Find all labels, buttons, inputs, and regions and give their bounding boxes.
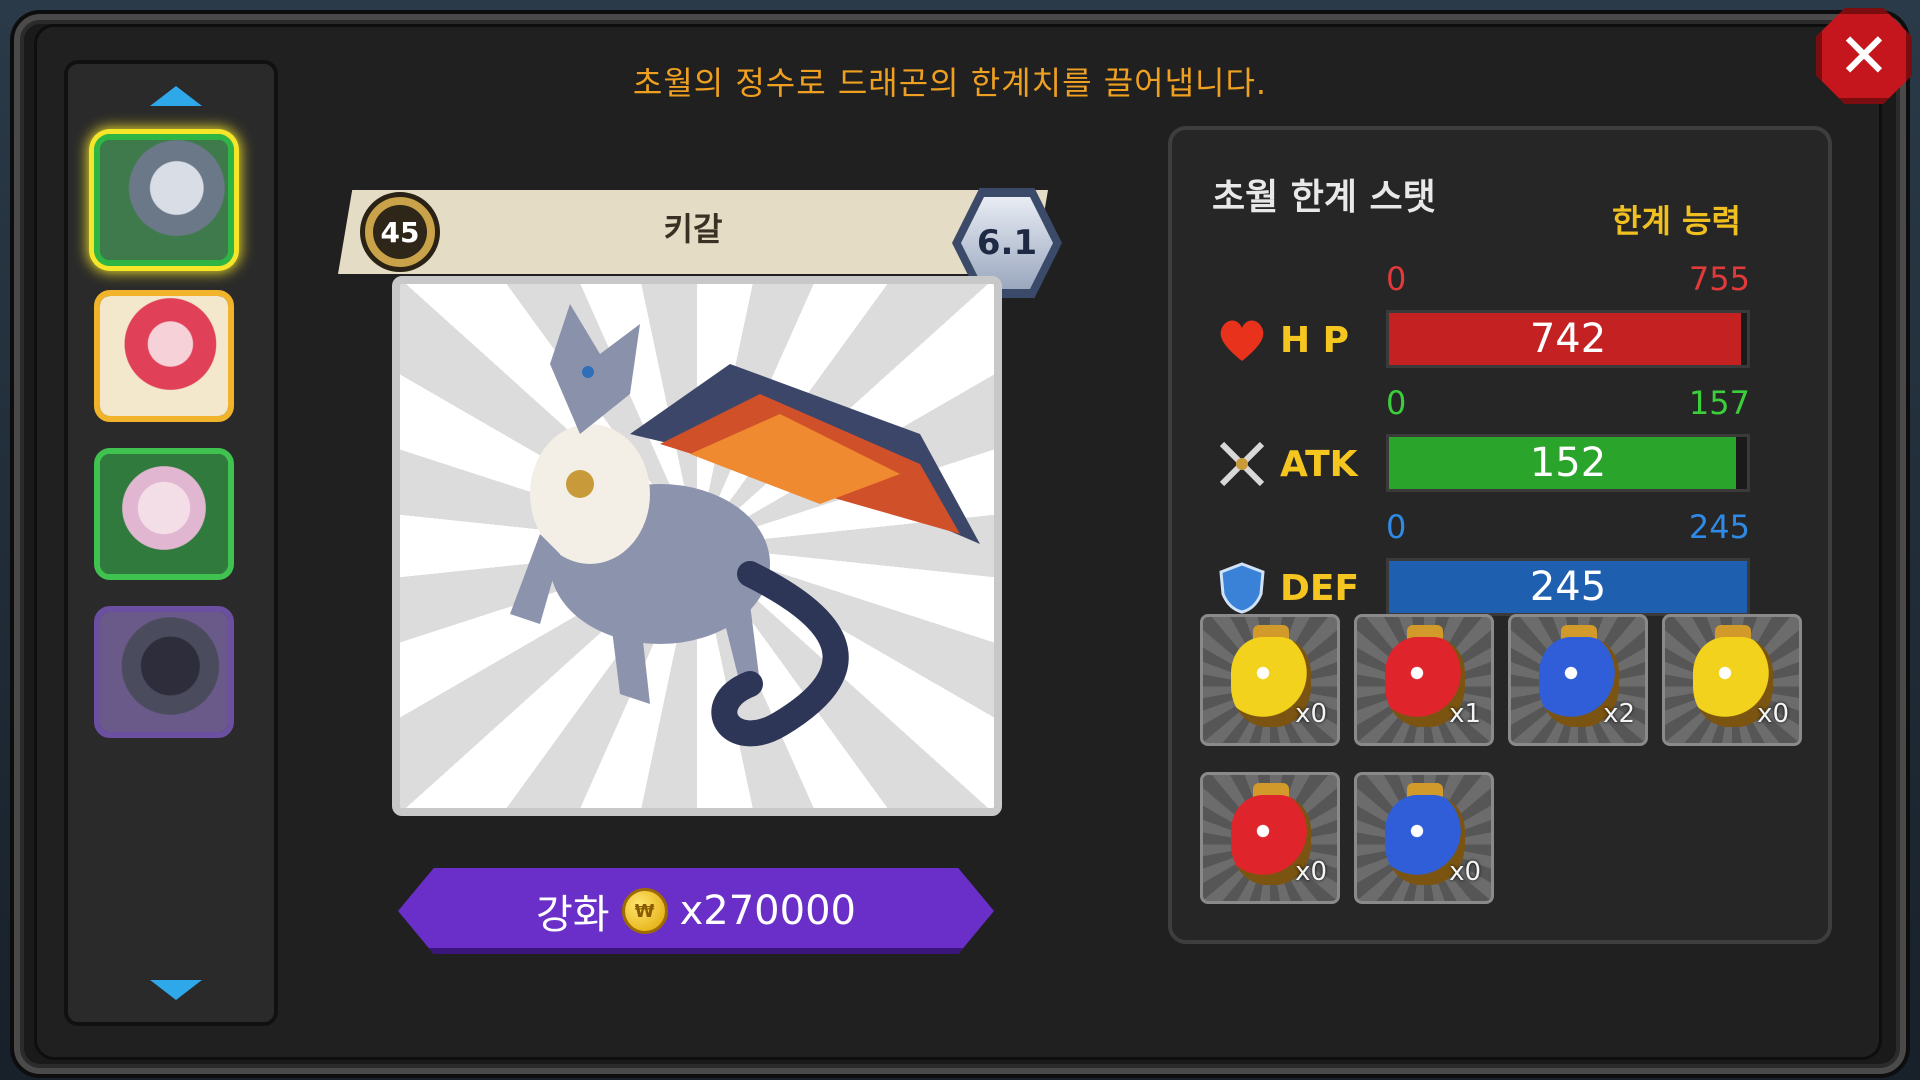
close-icon: ✕ <box>1838 19 1890 92</box>
stat-row-def: DEF 0 245 245 <box>1210 488 1830 618</box>
stat-value: 152 <box>1529 440 1607 486</box>
potion-slot[interactable]: x0 <box>1354 772 1494 904</box>
stat-bar: 152 <box>1386 434 1750 492</box>
stat-row-hp: H P 0 755 742 <box>1210 240 1830 370</box>
potion-count: x1 <box>1449 699 1481 729</box>
stat-value: 245 <box>1529 564 1607 610</box>
potion-count: x0 <box>1295 857 1327 887</box>
dragon-portrait <box>392 276 1002 816</box>
upgrade-label: 강화 <box>536 892 610 938</box>
potion-count: x0 <box>1757 699 1789 729</box>
stat-min: 0 <box>1386 260 1407 298</box>
page-title: 초월의 정수로 드래곤의 한계치를 끌어냅니다. <box>632 64 1268 102</box>
heart-icon <box>1216 314 1268 366</box>
stat-value: 742 <box>1529 316 1607 362</box>
stat-label: H P <box>1280 320 1350 361</box>
potion-slot[interactable]: x0 <box>1662 614 1802 746</box>
dragon-portrait-icon <box>100 296 228 416</box>
stat-min: 0 <box>1386 384 1407 422</box>
level-badge: 45 <box>360 192 440 272</box>
dragon-thumb-2[interactable] <box>94 290 234 422</box>
stat-label: DEF <box>1280 568 1360 609</box>
stat-max: 755 <box>1688 260 1750 298</box>
stat-bar: 742 <box>1386 310 1750 368</box>
scroll-down-icon[interactable] <box>150 980 202 1000</box>
coin-icon: ₩ <box>621 888 668 934</box>
potion-slot[interactable]: x1 <box>1354 614 1494 746</box>
dragon-portrait-icon <box>100 140 228 260</box>
stat-row-atk: ATK 0 157 152 <box>1210 364 1830 494</box>
scroll-up-icon[interactable] <box>150 86 202 106</box>
upgrade-button[interactable]: 강화 ₩ x270000 <box>398 868 994 954</box>
dragon-thumb-1[interactable] <box>94 134 234 266</box>
crossed-swords-icon <box>1216 438 1268 490</box>
dragon-portrait-icon <box>100 612 228 732</box>
potion-count: x0 <box>1449 857 1481 887</box>
dragon-thumb-3[interactable] <box>94 448 234 580</box>
dragon-image-icon <box>510 304 980 747</box>
stat-max: 157 <box>1688 384 1750 422</box>
close-button[interactable]: ✕ <box>1814 6 1914 106</box>
shield-icon <box>1216 562 1268 614</box>
upgrade-cost: x270000 <box>679 888 856 934</box>
stat-min: 0 <box>1386 508 1407 546</box>
potion-slot[interactable]: x0 <box>1200 614 1340 746</box>
stat-max: 245 <box>1688 508 1750 546</box>
limit-ability-label: 한계 능력 <box>1612 202 1741 240</box>
stat-label: ATK <box>1280 444 1358 485</box>
dragon-list <box>64 60 278 1026</box>
stats-title: 초월 한계 스탯 <box>1212 177 1436 218</box>
level-value: 45 <box>373 205 427 259</box>
dragon-name: 키갈 <box>663 210 723 248</box>
stat-bar: 245 <box>1386 558 1750 616</box>
potion-count: x2 <box>1603 699 1635 729</box>
potion-slot[interactable]: x0 <box>1200 772 1340 904</box>
dragon-thumb-4[interactable] <box>94 606 234 738</box>
potion-count: x0 <box>1295 699 1327 729</box>
potion-slot[interactable]: x2 <box>1508 614 1648 746</box>
dragon-portrait-icon <box>100 454 228 574</box>
